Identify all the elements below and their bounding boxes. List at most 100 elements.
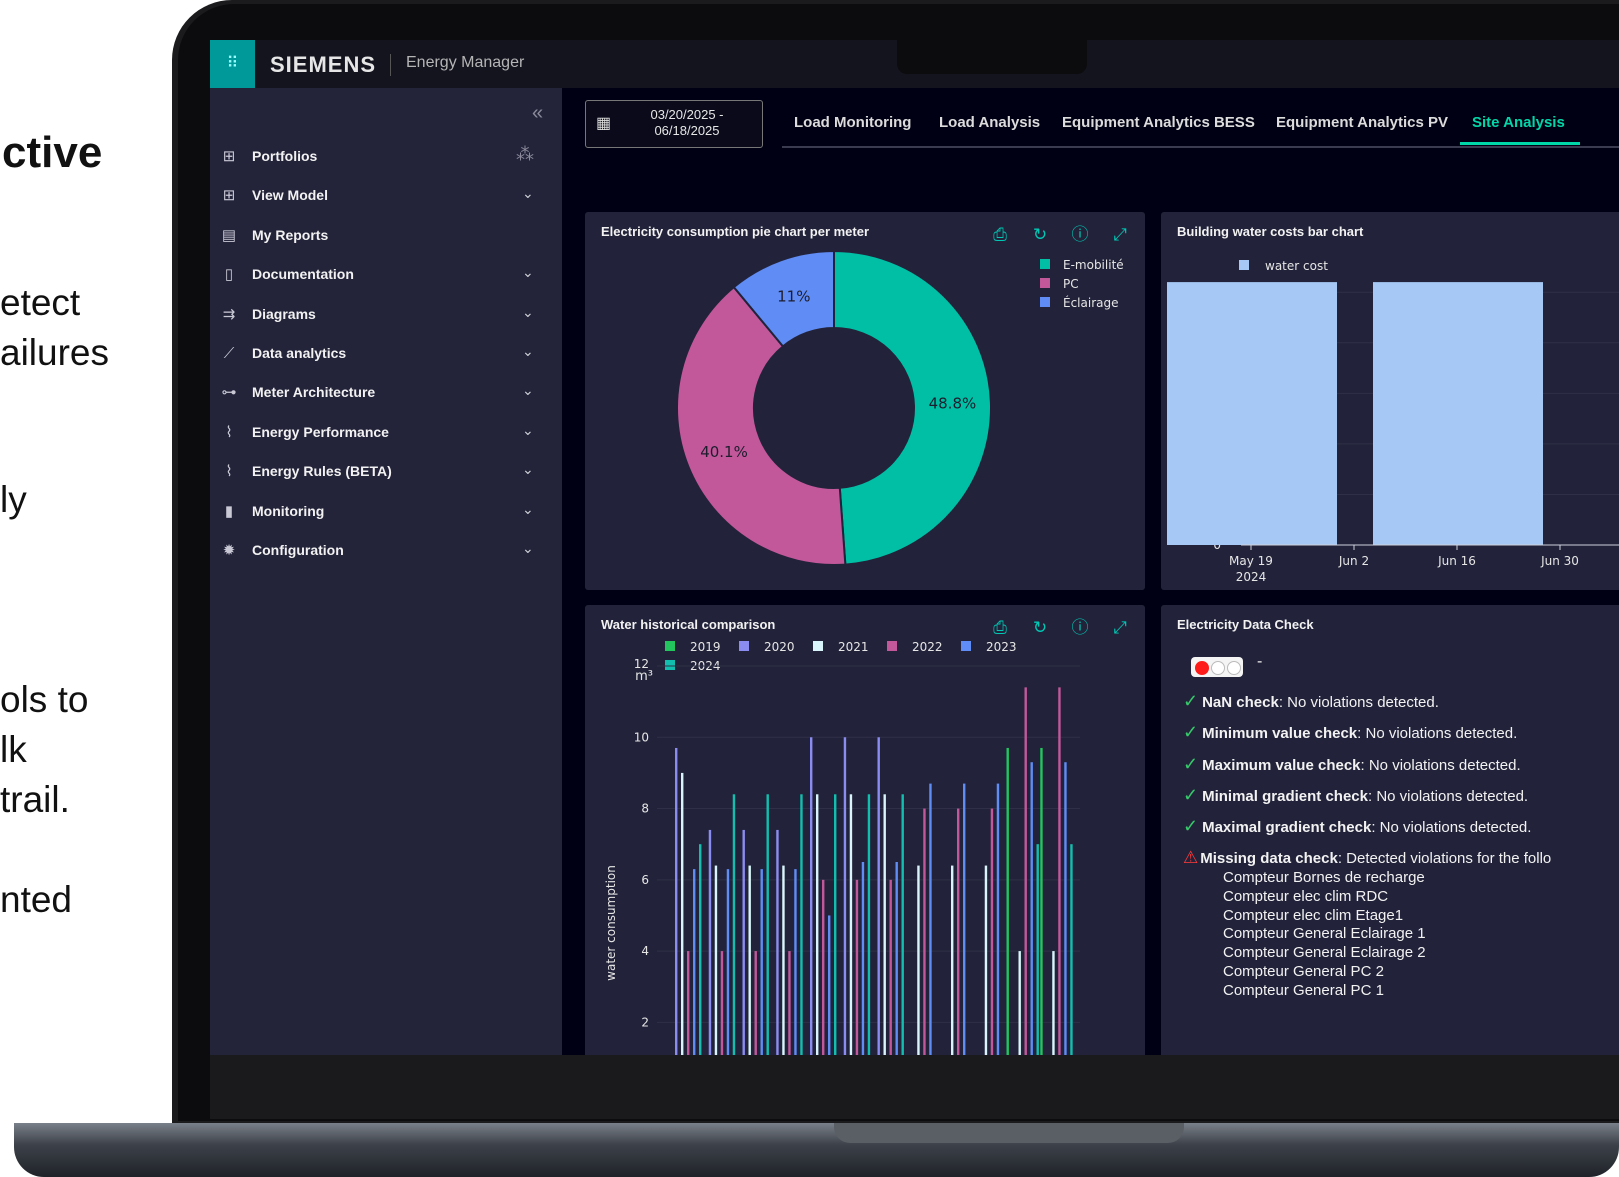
sidebar-item-documentation[interactable]: ▯ Documentation ⌄ bbox=[210, 256, 562, 296]
calendar-icon: ▦ bbox=[596, 115, 612, 132]
diagram-icon: ⇉ bbox=[222, 305, 236, 323]
app-launcher-icon[interactable]: ⠿ bbox=[210, 40, 255, 88]
bar bbox=[822, 879, 825, 1055]
document-icon: ▯ bbox=[224, 266, 234, 284]
chevron-down-icon[interactable]: ⌄ bbox=[522, 382, 534, 399]
violating-meter: Compteur General PC 2 bbox=[1223, 963, 1384, 980]
legend-swatch bbox=[887, 641, 897, 651]
export-icon[interactable]: ⎙ bbox=[1615, 613, 1619, 633]
pie-chart-card: Electricity consumption pie chart per me… bbox=[585, 212, 1145, 590]
tab-equipment-analytics-pv[interactable]: Equipment Analytics PV bbox=[1276, 114, 1448, 131]
legend-label: 2019 bbox=[690, 640, 721, 654]
data-check-row: ✓ Minimum value check: No violations dete… bbox=[1183, 722, 1517, 743]
brand-separator bbox=[390, 54, 391, 76]
sidebar-item-label: My Reports bbox=[252, 226, 329, 243]
bar bbox=[726, 869, 730, 1055]
bar bbox=[693, 869, 696, 1055]
check-name: Minimal gradient check bbox=[1202, 787, 1368, 805]
bar bbox=[1070, 844, 1073, 1055]
sidebar-item-diagrams[interactable]: ⇉ Diagrams ⌄ bbox=[210, 296, 562, 336]
sidebar-item-label: Energy Performance bbox=[252, 423, 389, 440]
bar bbox=[687, 951, 690, 1055]
x-tick-label: May 19 bbox=[1229, 554, 1273, 568]
app-name: Energy Manager bbox=[406, 54, 525, 71]
sidebar-item-label: Portfolios bbox=[252, 148, 318, 164]
tab-site-analysis[interactable]: Site Analysis bbox=[1472, 114, 1565, 131]
bar bbox=[1040, 747, 1043, 1055]
y-tick-label: 4 bbox=[641, 944, 649, 958]
meter-architecture-icon: ⊶ bbox=[221, 384, 237, 402]
status-indicator bbox=[1191, 657, 1243, 677]
tab-load-monitoring[interactable]: Load Monitoring bbox=[794, 114, 911, 131]
bar bbox=[800, 794, 803, 1055]
violating-meter: Compteur elec clim RDC bbox=[1223, 887, 1389, 905]
chevron-down-icon[interactable]: ⌄ bbox=[522, 264, 534, 281]
bar bbox=[828, 915, 831, 1055]
sidebar-item-portfolios[interactable]: ⊞ Portfolios ⁂ bbox=[210, 138, 562, 178]
chevron-down-icon[interactable]: ⌄ bbox=[522, 343, 534, 360]
bar bbox=[957, 808, 960, 1055]
bar bbox=[984, 865, 988, 1055]
legend-swatch bbox=[665, 660, 675, 670]
bar bbox=[776, 829, 779, 1055]
check-icon: ✓ bbox=[1183, 722, 1199, 743]
sidebar-item-monitoring[interactable]: ▮ Monitoring ⌄ bbox=[210, 493, 562, 533]
legend-swatch bbox=[1040, 278, 1050, 288]
check-result: : No violations detected. bbox=[1360, 756, 1521, 774]
left-heading-fragment: ctive bbox=[2, 128, 103, 177]
status-dot bbox=[1211, 661, 1225, 675]
tab-load-analysis[interactable]: Load Analysis bbox=[939, 114, 1040, 131]
sidebar-item-configuration[interactable]: ✹ Configuration ⌄ bbox=[210, 532, 562, 572]
sidebar-item-energy-performance[interactable]: ⌇ Energy Performance ⌄ bbox=[210, 414, 562, 454]
bar bbox=[1058, 687, 1061, 1055]
status-dot-red bbox=[1195, 661, 1209, 675]
legend-label: E-mobilité bbox=[1063, 258, 1124, 272]
tab-bar: Load Monitoring Load Analysis Equipment … bbox=[782, 108, 1619, 148]
legend-label: 2020 bbox=[764, 640, 795, 654]
check-icon: ✓ bbox=[1183, 753, 1199, 774]
chevron-down-icon[interactable]: ⌄ bbox=[522, 304, 534, 321]
bar bbox=[990, 808, 994, 1055]
bar bbox=[843, 737, 847, 1055]
left-text-fragment: ols to bbox=[0, 679, 89, 720]
legend-swatch bbox=[1040, 297, 1050, 307]
date-range-picker[interactable]: ▦ 03/20/2025 - 06/18/2025 bbox=[585, 100, 763, 148]
chevron-down-icon[interactable]: ⌄ bbox=[522, 461, 534, 478]
sidebar-item-my-reports[interactable]: ▤ My Reports bbox=[210, 217, 562, 257]
loading-spinner-icon: ⁂ bbox=[516, 144, 534, 164]
trend-icon: ⌇ bbox=[225, 463, 233, 481]
sidebar-item-label: Documentation bbox=[252, 266, 354, 283]
legend-label: PC bbox=[1063, 277, 1079, 291]
bar bbox=[1052, 951, 1055, 1055]
violating-meter: Compteur General Eclairage 2 bbox=[1223, 944, 1426, 962]
chevron-down-icon[interactable]: ⌄ bbox=[522, 185, 534, 202]
sidebar-item-meter-architecture[interactable]: ⊶ Meter Architecture ⌄ bbox=[210, 374, 562, 414]
violating-meter: Compteur elec clim Etage1 bbox=[1223, 906, 1404, 924]
legend-swatch bbox=[961, 641, 971, 651]
bar bbox=[1373, 282, 1543, 545]
chevron-down-icon[interactable]: ⌄ bbox=[522, 540, 534, 557]
sidebar-item-label: Meter Architecture bbox=[252, 384, 376, 401]
tab-equipment-analytics-bess[interactable]: Equipment Analytics BESS bbox=[1062, 114, 1255, 131]
sidebar-item-energy-rules-beta[interactable]: ⌇ Energy Rules (BETA) ⌄ bbox=[210, 453, 562, 493]
bar bbox=[1030, 762, 1033, 1055]
water-cost-card: Building water costs bar chart ⎙ water c… bbox=[1161, 212, 1619, 590]
bar-chart-icon: ▮ bbox=[224, 502, 234, 520]
legend-label: water cost bbox=[1265, 259, 1328, 273]
left-text-fragment: nted bbox=[0, 879, 73, 920]
legend-label: 2021 bbox=[838, 640, 869, 654]
date-range-end: 06/18/2025 bbox=[654, 123, 720, 138]
chevron-down-icon[interactable]: ⌄ bbox=[522, 422, 534, 439]
check-name: Missing data check bbox=[1200, 849, 1338, 867]
sidebar-item-data-analytics[interactable]: ⟋ Data analytics ⌄ bbox=[210, 335, 562, 375]
sidebar-item-view-model[interactable]: ⊞ View Model ⌄ bbox=[210, 177, 562, 217]
x-tick-label: Jun 16 bbox=[1437, 554, 1476, 568]
data-check-row: ✓ NaN check: No violations detected. bbox=[1183, 691, 1439, 712]
legend-swatch bbox=[1239, 260, 1249, 270]
bar bbox=[951, 865, 954, 1055]
main-content: ▦ 03/20/2025 - 06/18/2025 Load Monitorin… bbox=[562, 88, 1619, 1055]
collapse-sidebar-icon[interactable]: « bbox=[532, 102, 543, 125]
left-text-fragment: ly bbox=[0, 479, 27, 520]
chevron-down-icon[interactable]: ⌄ bbox=[522, 501, 534, 518]
bar bbox=[883, 794, 886, 1055]
